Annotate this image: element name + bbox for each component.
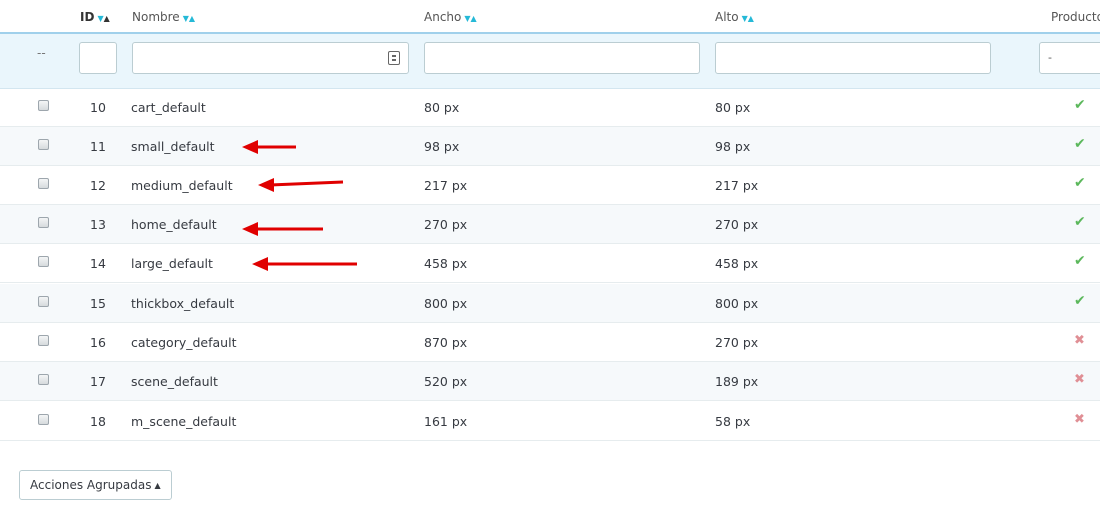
- sort-icon[interactable]: ▼▲: [97, 14, 109, 23]
- check-icon[interactable]: ✔: [1074, 293, 1086, 309]
- row-name[interactable]: home_default: [131, 217, 217, 232]
- check-icon[interactable]: ✔: [1074, 175, 1086, 191]
- column-header-id-label: ID: [80, 10, 95, 24]
- table-row: 11 small_default 98 px 98 px ✔: [0, 127, 1100, 166]
- table-row: 15 thickbox_default 800 px 800 px ✔: [0, 284, 1100, 323]
- column-header-width-label: Ancho: [424, 10, 462, 24]
- row-height: 458 px: [715, 256, 759, 271]
- row-height: 98 px: [715, 139, 751, 154]
- row-checkbox[interactable]: [38, 139, 49, 150]
- sort-asc-icon[interactable]: ▲: [104, 14, 110, 23]
- red-arrow-icon: [252, 257, 357, 271]
- row-id: 15: [90, 296, 106, 311]
- row-height: 270 px: [715, 335, 759, 350]
- row-width: 80 px: [424, 100, 460, 115]
- sort-asc-icon[interactable]: ▲: [748, 14, 754, 23]
- check-icon[interactable]: ✔: [1074, 214, 1086, 230]
- row-id: 10: [90, 100, 106, 115]
- red-arrow-icon: [242, 140, 296, 154]
- row-name[interactable]: large_default: [131, 256, 213, 271]
- check-icon[interactable]: ✔: [1074, 97, 1086, 113]
- column-header-products-label: Producto: [1051, 10, 1100, 24]
- row-checkbox[interactable]: [38, 217, 49, 228]
- filter-height-input[interactable]: [715, 42, 991, 74]
- row-height: 58 px: [715, 414, 751, 429]
- row-id: 12: [90, 178, 106, 193]
- row-checkbox[interactable]: [38, 178, 49, 189]
- table-row: 16 category_default 870 px 270 px ✖: [0, 323, 1100, 362]
- table-row: 14 large_default 458 px 458 px ✔: [0, 244, 1100, 283]
- filter-width-input[interactable]: [424, 42, 700, 74]
- row-width: 270 px: [424, 217, 468, 232]
- bulk-actions-label: Acciones Agrupadas: [30, 478, 152, 492]
- row-height: 80 px: [715, 100, 751, 115]
- row-name[interactable]: medium_default: [131, 178, 233, 193]
- column-header-products[interactable]: Producto: [1051, 10, 1100, 24]
- cross-icon[interactable]: ✖: [1074, 412, 1085, 427]
- sort-icon[interactable]: ▼▲: [742, 14, 754, 23]
- row-name[interactable]: small_default: [131, 139, 215, 154]
- filter-products-select[interactable]: -: [1039, 42, 1100, 74]
- row-name[interactable]: cart_default: [131, 100, 206, 115]
- row-id: 11: [90, 139, 106, 154]
- table-row: 17 scene_default 520 px 189 px ✖: [0, 362, 1100, 401]
- filter-placeholder: --: [37, 46, 46, 60]
- bulk-actions-button[interactable]: Acciones Agrupadas ▲: [19, 470, 172, 500]
- row-height: 800 px: [715, 296, 759, 311]
- sort-asc-icon[interactable]: ▲: [189, 14, 195, 23]
- table-row: 12 medium_default 217 px 217 px ✔: [0, 166, 1100, 205]
- row-width: 800 px: [424, 296, 468, 311]
- row-width: 217 px: [424, 178, 468, 193]
- table-header: ID ▼▲ Nombre ▼▲ Ancho ▼▲ Alto ▼▲ Producto: [0, 0, 1100, 34]
- row-id: 17: [90, 374, 106, 389]
- cross-icon[interactable]: ✖: [1074, 333, 1085, 348]
- column-header-id[interactable]: ID ▼▲: [80, 10, 110, 24]
- row-id: 16: [90, 335, 106, 350]
- filter-products-select-value: -: [1048, 51, 1052, 64]
- red-arrow-icon: [258, 178, 344, 192]
- check-icon[interactable]: ✔: [1074, 253, 1086, 269]
- caret-up-icon: ▲: [154, 481, 161, 490]
- cross-icon[interactable]: ✖: [1074, 372, 1085, 387]
- row-height: 217 px: [715, 178, 759, 193]
- row-checkbox[interactable]: [38, 100, 49, 111]
- row-checkbox[interactable]: [38, 335, 49, 346]
- table-row: 13 home_default 270 px 270 px ✔: [0, 205, 1100, 244]
- row-height: 270 px: [715, 217, 759, 232]
- row-height: 189 px: [715, 374, 759, 389]
- row-width: 161 px: [424, 414, 468, 429]
- column-header-name[interactable]: Nombre ▼▲: [132, 10, 195, 24]
- row-name[interactable]: category_default: [131, 335, 236, 350]
- image-types-table: ID ▼▲ Nombre ▼▲ Ancho ▼▲ Alto ▼▲ Producto --…: [0, 0, 1100, 509]
- filter-name-input[interactable]: [132, 42, 409, 74]
- row-id: 18: [90, 414, 106, 429]
- red-arrow-icon: [242, 222, 323, 236]
- row-width: 870 px: [424, 335, 468, 350]
- row-checkbox[interactable]: [38, 414, 49, 425]
- row-checkbox[interactable]: [38, 374, 49, 385]
- row-id: 13: [90, 217, 106, 232]
- row-checkbox[interactable]: [38, 256, 49, 267]
- filter-row: -- -: [0, 34, 1100, 89]
- column-header-width[interactable]: Ancho ▼▲: [424, 10, 477, 24]
- row-id: 14: [90, 256, 106, 271]
- column-header-height[interactable]: Alto ▼▲: [715, 10, 754, 24]
- row-checkbox[interactable]: [38, 296, 49, 307]
- filter-id-input[interactable]: [79, 42, 117, 74]
- row-name[interactable]: thickbox_default: [131, 296, 234, 311]
- column-header-height-label: Alto: [715, 10, 739, 24]
- row-width: 520 px: [424, 374, 468, 389]
- sort-icon[interactable]: ▼▲: [464, 14, 476, 23]
- row-width: 98 px: [424, 139, 460, 154]
- table-row: 10 cart_default 80 px 80 px ✔: [0, 88, 1100, 127]
- check-icon[interactable]: ✔: [1074, 136, 1086, 152]
- calendar-icon[interactable]: [388, 51, 400, 65]
- sort-asc-icon[interactable]: ▲: [471, 14, 477, 23]
- row-width: 458 px: [424, 256, 468, 271]
- column-header-name-label: Nombre: [132, 10, 180, 24]
- row-name[interactable]: m_scene_default: [131, 414, 236, 429]
- table-row: 18 m_scene_default 161 px 58 px ✖: [0, 402, 1100, 441]
- sort-icon[interactable]: ▼▲: [183, 14, 195, 23]
- row-name[interactable]: scene_default: [131, 374, 218, 389]
